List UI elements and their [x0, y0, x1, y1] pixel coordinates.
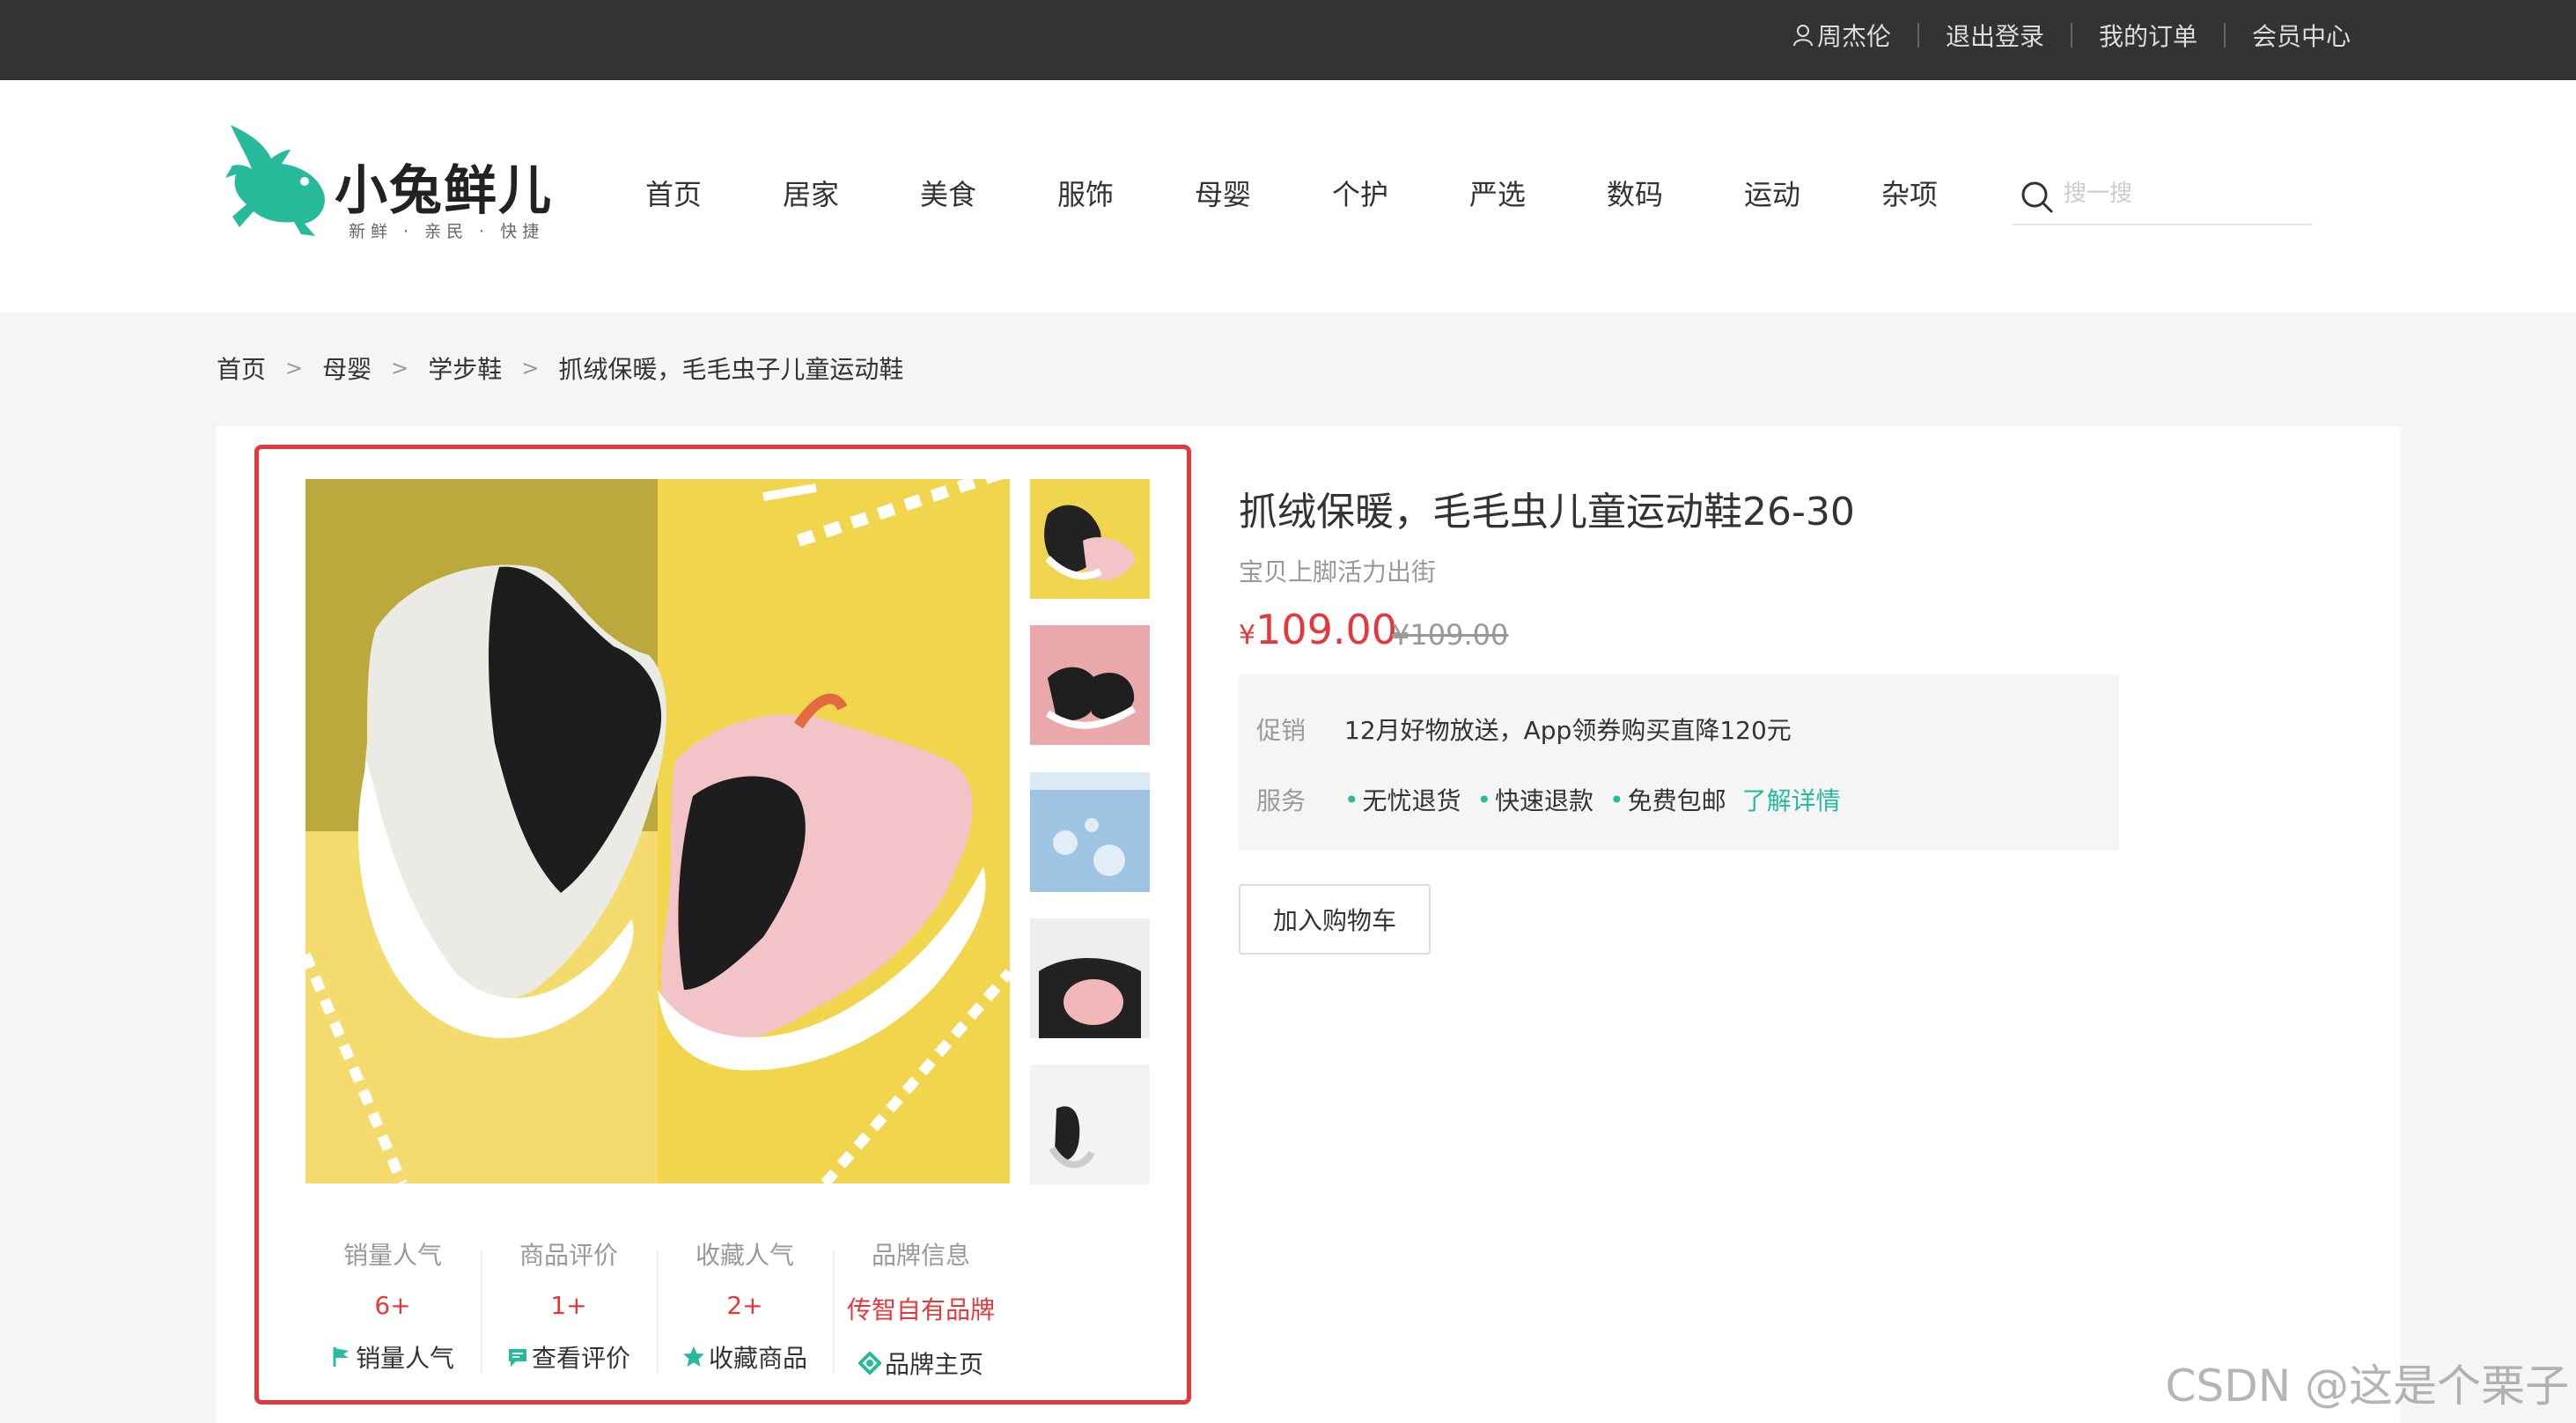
nav-personal-care[interactable]: 个护 [1332, 173, 1469, 213]
nav-misc[interactable]: 杂项 [1881, 173, 2019, 213]
logo[interactable]: 小兔鲜儿 新鲜 · 亲民 · 快捷 [220, 123, 572, 247]
bullet-icon: • [1476, 785, 1492, 815]
nav-home-living[interactable]: 居家 [783, 173, 920, 213]
breadcrumb-category[interactable]: 母婴 [322, 350, 372, 386]
logout-link[interactable]: 退出登录 [1919, 18, 2071, 53]
user-name: 周杰伦 [1816, 22, 1891, 51]
breadcrumb-home[interactable]: 首页 [217, 350, 266, 386]
breadcrumb-current: 抓绒保暖，毛毛虫子儿童运动鞋 [558, 355, 904, 384]
bullet-icon: • [1344, 785, 1359, 815]
currency-symbol: ¥ [1239, 620, 1256, 651]
nav-digital[interactable]: 数码 [1607, 173, 1744, 213]
service-item: 快速退款 [1495, 786, 1594, 815]
nav-apparel[interactable]: 服饰 [1057, 173, 1195, 213]
breadcrumb: 首页 > 母婴 > 学步鞋 > 抓绒保暖，毛毛虫子儿童运动鞋 [217, 350, 903, 386]
service-item: 无忧退货 [1362, 786, 1461, 815]
brand-tagline: 新鲜 · 亲民 · 快捷 [349, 222, 545, 241]
watermark: CSDN @这是个栗子 [2165, 1360, 2569, 1412]
service-details-link[interactable]: 了解详情 [1742, 782, 1841, 817]
search-box[interactable] [2013, 173, 2312, 225]
product-title: 抓绒保暖，毛毛虫儿童运动鞋26-30 [1239, 490, 1855, 535]
price-value: 109.00 [1255, 606, 1398, 653]
product-desc: 宝贝上脚活力出街 [1239, 557, 1437, 586]
user-name-link[interactable]: 周杰伦 [1766, 18, 1917, 53]
bullet-icon: • [1609, 785, 1624, 815]
my-orders-link[interactable]: 我的订单 [2072, 18, 2224, 53]
product-price: ¥109.00 [1239, 606, 1397, 653]
rabbit-logo-icon [225, 125, 325, 236]
nav-food[interactable]: 美食 [920, 173, 1057, 213]
promo-text: 12月好物放送，App领券购买直降120元 [1344, 716, 1792, 745]
promo-label: 促销 [1256, 716, 1306, 745]
member-center-link[interactable]: 会员中心 [2226, 18, 2377, 53]
original-price: ¥109.00 [1392, 618, 1509, 652]
breadcrumb-subcategory[interactable]: 学步鞋 [428, 350, 502, 386]
main-nav: 首页 居家 美食 服饰 母婴 个护 严选 数码 运动 杂项 [645, 173, 2019, 213]
add-to-cart-button[interactable]: 加入购物车 [1239, 884, 1431, 955]
nav-sports[interactable]: 运动 [1744, 173, 1881, 213]
brand-name: 小兔鲜儿 [335, 160, 553, 222]
breadcrumb-separator: > [391, 356, 409, 380]
user-icon [1792, 25, 1813, 47]
promo-box: 促销 12月好物放送，App领券购买直降120元 服务 • 无忧退货 • 快速退款 … [1239, 675, 2119, 851]
nav-selected[interactable]: 严选 [1469, 173, 1607, 213]
highlight-frame [254, 445, 1191, 1405]
service-label: 服务 [1256, 786, 1306, 815]
service-row: 服务 • 无忧退货 • 快速退款 • 免费包邮 了解详情 [1256, 782, 1841, 817]
breadcrumb-separator: > [285, 356, 304, 380]
nav-home[interactable]: 首页 [645, 173, 783, 213]
search-icon [2021, 181, 2053, 213]
top-nav: 周杰伦 退出登录 我的订单 会员中心 [1766, 0, 2377, 70]
nav-baby[interactable]: 母婴 [1195, 173, 1332, 213]
search-input[interactable] [2062, 180, 2303, 208]
service-item: 免费包邮 [1627, 786, 1726, 815]
promo-row: 促销 12月好物放送，App领券购买直降120元 [1256, 712, 1792, 747]
breadcrumb-separator: > [521, 356, 540, 380]
